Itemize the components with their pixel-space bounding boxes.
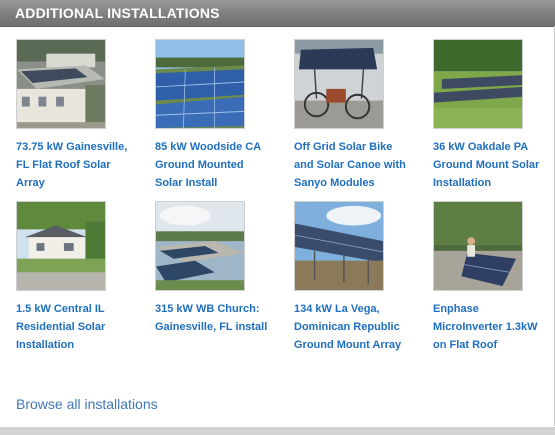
solar-bike-photo[interactable]	[294, 39, 384, 129]
caption-line-2[interactable]: Ground Mount Solar	[433, 159, 539, 171]
installation-caption[interactable]: 36 kW Oakdale PA Ground Mount Solar Inst…	[433, 138, 555, 192]
installation-caption[interactable]: 315 kW WB Church: Gainesville, FL instal…	[155, 300, 280, 336]
caption-line-2[interactable]: MicroInverter 1.3kW	[433, 321, 538, 333]
caption-line-3[interactable]: Ground Mount Array	[294, 339, 401, 351]
caption-line-2[interactable]: Ground Mounted	[155, 159, 244, 171]
installation-caption[interactable]: 1.5 kW Central IL Residential Solar Inst…	[16, 300, 141, 354]
installation-caption[interactable]: 85 kW Woodside CA Ground Mounted Solar I…	[155, 138, 280, 192]
residential-house-photo[interactable]	[16, 201, 106, 291]
caption-line-1[interactable]: 73.75 kW Gainesville,	[16, 141, 127, 153]
caption-line-3[interactable]: Installation	[16, 339, 74, 351]
caption-line-3[interactable]: Sanyo Modules	[294, 177, 375, 189]
ground-array-clouds-photo[interactable]	[294, 201, 384, 291]
caption-line-3[interactable]: Installation	[433, 177, 491, 189]
additional-installations-panel: ADDITIONAL INSTALLATIONS 73.75 kW Gaines…	[0, 0, 555, 435]
ground-mount-solar-photo[interactable]	[155, 39, 245, 129]
installation-caption[interactable]: Off Grid Solar Bike and Solar Canoe with…	[294, 138, 419, 192]
panel-footer-bar	[0, 427, 555, 435]
flat-roof-solar-photo[interactable]	[16, 39, 106, 129]
caption-line-1[interactable]: 1.5 kW Central IL	[16, 303, 105, 315]
caption-line-1[interactable]: 315 kW WB Church:	[155, 303, 260, 315]
ground-mount-field-photo[interactable]	[433, 39, 523, 129]
caption-line-1[interactable]: Enphase	[433, 303, 479, 315]
rooftop-installer-photo[interactable]	[433, 201, 523, 291]
caption-line-2[interactable]: Gainesville, FL install	[155, 321, 267, 333]
panel-title: ADDITIONAL INSTALLATIONS	[15, 5, 220, 21]
panel-header: ADDITIONAL INSTALLATIONS	[0, 0, 555, 27]
caption-line-1[interactable]: 134 kW La Vega,	[294, 303, 380, 315]
caption-line-3[interactable]: on Flat Roof	[433, 339, 497, 351]
caption-line-1[interactable]: Off Grid Solar Bike	[294, 141, 392, 153]
caption-line-2[interactable]: Dominican Republic	[294, 321, 400, 333]
caption-line-2[interactable]: FL Flat Roof Solar	[16, 159, 111, 171]
caption-line-1[interactable]: 85 kW Woodside CA	[155, 141, 261, 153]
caption-line-1[interactable]: 36 kW Oakdale PA	[433, 141, 528, 153]
caption-line-3[interactable]: Solar Install	[155, 177, 217, 189]
installation-caption[interactable]: 134 kW La Vega, Dominican Republic Groun…	[294, 300, 419, 354]
caption-line-2[interactable]: and Solar Canoe with	[294, 159, 406, 171]
installation-caption[interactable]: 73.75 kW Gainesville, FL Flat Roof Solar…	[16, 138, 141, 192]
browse-all-installations-link[interactable]: Browse all installations	[16, 396, 158, 412]
caption-line-3[interactable]: Array	[16, 177, 45, 189]
caption-line-2[interactable]: Residential Solar	[16, 321, 105, 333]
installation-caption[interactable]: Enphase MicroInverter 1.3kW on Flat Roof	[433, 300, 555, 354]
church-aerial-photo[interactable]	[155, 201, 245, 291]
